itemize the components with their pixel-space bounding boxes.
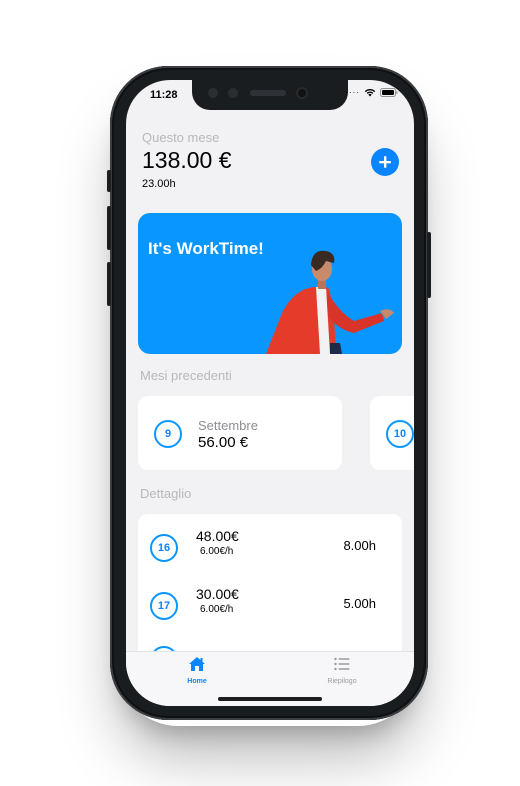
signal-icon: ···· — [345, 88, 360, 97]
mute-switch — [107, 170, 111, 192]
detail-title: Dettaglio — [140, 486, 192, 501]
detail-row[interactable]: 16 48.00€ 6.00€/h 8.00h — [138, 528, 402, 572]
summary-label: Questo mese — [142, 130, 220, 145]
row-amount: 48.00€ — [196, 528, 239, 544]
row-rate: 6.00€/h — [200, 546, 234, 557]
row-hours: 5.00h — [343, 596, 376, 611]
day-badge: 16 — [150, 534, 178, 562]
month-amount: 56.00 € — [198, 434, 249, 451]
tab-riepilogo[interactable]: Riepilogo — [302, 656, 382, 685]
plus-icon — [379, 156, 391, 168]
tab-home-label: Home — [187, 678, 207, 685]
tab-home[interactable]: Home — [157, 656, 237, 685]
wifi-icon — [364, 88, 376, 97]
volume-up-button — [107, 206, 111, 250]
previous-month-card[interactable]: 9 Settembre 56.00 € — [138, 396, 342, 470]
month-number-badge: 10 — [386, 420, 414, 448]
app-screen: 11:28 ···· Questo mese 138.00 € 23.00h I… — [126, 80, 414, 706]
previous-month-card[interactable]: 10 — [370, 396, 414, 470]
summary-hours: 23.00h — [142, 178, 176, 190]
house-icon — [189, 657, 205, 671]
status-time: 11:28 — [150, 89, 178, 101]
battery-icon — [380, 88, 398, 97]
power-button — [427, 232, 431, 298]
worktime-banner: It's WorkTime! — [138, 213, 402, 354]
notch — [192, 80, 348, 110]
previous-months-title: Mesi precedenti — [140, 368, 232, 383]
volume-down-button — [107, 262, 111, 306]
day-badge: 17 — [150, 592, 178, 620]
summary-amount: 138.00 € — [142, 147, 232, 173]
month-number-badge: 9 — [154, 420, 182, 448]
home-indicator — [218, 697, 322, 701]
row-hours: 8.00h — [343, 538, 376, 553]
person-illustration — [266, 250, 394, 354]
list-icon — [334, 657, 350, 671]
detail-row[interactable]: 17 30.00€ 6.00€/h 5.00h — [138, 586, 402, 630]
tab-riepilogo-label: Riepilogo — [327, 678, 357, 685]
banner-title: It's WorkTime! — [148, 239, 264, 258]
status-icons: ···· — [345, 88, 398, 97]
row-rate: 6.00€/h — [200, 604, 234, 615]
add-button[interactable] — [371, 148, 399, 176]
month-name: Settembre — [198, 418, 258, 433]
row-amount: 30.00€ — [196, 586, 239, 602]
